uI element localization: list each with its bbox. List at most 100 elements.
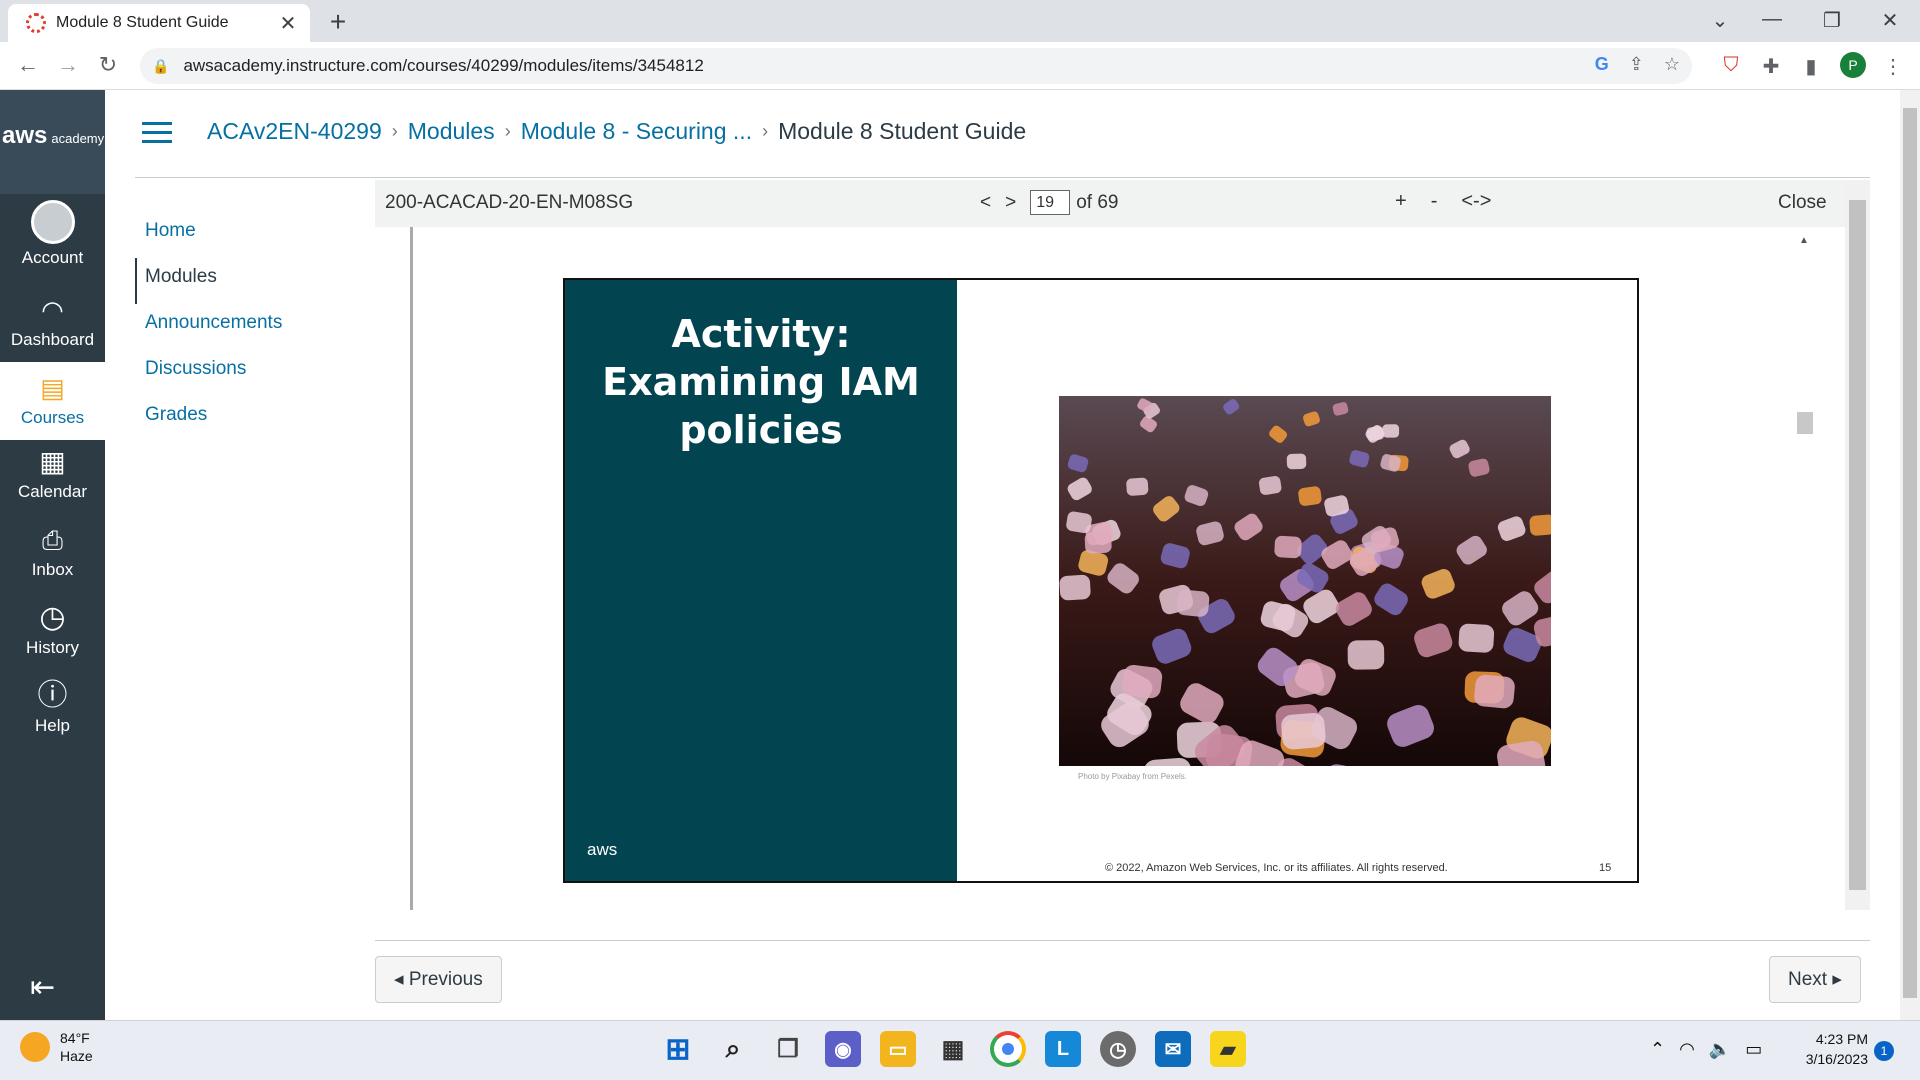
nav-dashboard[interactable]: ◠ Dashboard <box>0 290 105 350</box>
aws-academy-logo[interactable]: aws academy <box>0 90 105 194</box>
nav-history[interactable]: ◷ History <box>0 598 105 658</box>
nav-calendar[interactable]: ▦ Calendar <box>0 442 105 502</box>
puzzle-piece <box>1298 486 1322 506</box>
scroll-up-icon[interactable]: ▲ <box>1799 235 1809 246</box>
extensions-puzzle-icon[interactable]: ✚ <box>1758 54 1784 79</box>
previous-button[interactable]: ◂ Previous <box>375 956 502 1003</box>
windows-taskbar: 84°F Haze ⊞ ⌕ ❐ ◉ ▭ ▦ L ◷ ✉ ▰ ⌃ ◠ 🔈 ▭ 4:… <box>0 1020 1920 1080</box>
mail-icon[interactable]: ✉ <box>1155 1031 1191 1067</box>
breadcrumb-module[interactable]: Module 8 - Securing ... <box>521 118 752 145</box>
collapse-nav-icon[interactable]: ⇤ <box>30 970 55 1005</box>
slide-copyright: © 2022, Amazon Web Services, Inc. or its… <box>1105 862 1448 874</box>
new-tab-button[interactable]: + <box>322 6 354 38</box>
teams-chat-icon[interactable]: ◉ <box>825 1031 861 1067</box>
chrome-icon[interactable] <box>990 1031 1026 1067</box>
taskbar-clock[interactable]: 4:23 PM 3/16/2023 <box>1794 1029 1868 1069</box>
next-page-button[interactable]: > <box>1005 192 1016 214</box>
bookmark-star-icon[interactable]: ☆ <box>1664 54 1680 75</box>
url-text[interactable]: awsacademy.instructure.com/courses/40299… <box>183 56 703 76</box>
back-icon[interactable]: ← <box>12 52 44 78</box>
system-tray: ⌃ ◠ 🔈 ▭ <box>1650 1039 1762 1060</box>
minimize-icon[interactable]: — <box>1752 8 1792 31</box>
chevron-up-icon[interactable]: ⌃ <box>1650 1039 1665 1060</box>
help-icon: ⓘ <box>37 679 68 712</box>
wifi-icon[interactable]: ◠ <box>1679 1039 1695 1060</box>
course-nav-modules[interactable]: Modules <box>135 258 282 304</box>
file-explorer-icon[interactable]: ▭ <box>880 1031 916 1067</box>
l-app-icon[interactable]: L <box>1045 1031 1081 1067</box>
nav-calendar-label: Calendar <box>18 482 87 501</box>
browser-toolbar: ← → ↻ 🔒 awsacademy.instructure.com/cours… <box>0 42 1920 90</box>
clock-app-icon[interactable]: ◷ <box>1100 1031 1136 1067</box>
zoom-in-button[interactable]: + <box>1395 190 1407 213</box>
course-menu-toggle-icon[interactable] <box>142 122 172 143</box>
clock-icon: ◷ <box>39 601 66 634</box>
course-nav-discussions[interactable]: Discussions <box>135 350 282 396</box>
nav-account-label: Account <box>21 248 84 267</box>
google-icon[interactable]: G <box>1595 54 1609 75</box>
page-number-input[interactable] <box>1030 190 1071 215</box>
next-button[interactable]: Next ▸ <box>1769 956 1861 1003</box>
page-scrollbar[interactable] <box>1900 90 1920 1020</box>
course-nav-announcements[interactable]: Announcements <box>135 304 282 350</box>
share-icon[interactable]: ⇪ <box>1629 54 1644 75</box>
viewer-outer-scrollbar[interactable] <box>1845 180 1870 910</box>
notification-badge[interactable]: 1 <box>1874 1041 1894 1061</box>
puzzle-piece <box>1059 574 1091 601</box>
zoom-out-button[interactable]: - <box>1431 190 1438 213</box>
breadcrumb-course[interactable]: ACAv2EN-40299 <box>207 118 382 145</box>
header-divider <box>135 177 1870 178</box>
course-nav-home[interactable]: Home <box>135 212 282 258</box>
close-viewer-button[interactable]: Close <box>1778 192 1827 214</box>
battery-icon[interactable]: ▭ <box>1745 1039 1762 1060</box>
puzzle-piece <box>1286 453 1307 470</box>
course-navigation: Home Modules Announcements Discussions G… <box>135 212 282 442</box>
search-icon[interactable]: ⌕ <box>715 1031 751 1067</box>
task-view-icon[interactable]: ❐ <box>770 1031 806 1067</box>
page-scroll-thumb[interactable] <box>1903 108 1917 998</box>
viewer-scroll-thumb[interactable] <box>1797 412 1813 434</box>
weather-widget[interactable]: 84°F Haze <box>20 1029 93 1065</box>
browser-tab[interactable]: Module 8 Student Guide ✕ <box>8 4 310 42</box>
puzzle-piece <box>1458 623 1495 653</box>
fit-width-button[interactable]: <-> <box>1461 190 1491 213</box>
puzzle-piece <box>1126 477 1149 496</box>
forward-icon[interactable]: → <box>52 52 84 78</box>
tab-search-icon[interactable]: ⌄ <box>1700 8 1740 33</box>
nav-inbox[interactable]: ⎙ Inbox <box>0 520 105 580</box>
clock-date: 3/16/2023 <box>1805 1051 1868 1067</box>
windows-start-icon[interactable]: ⊞ <box>660 1031 696 1067</box>
puzzle-pieces-photo <box>1059 396 1551 766</box>
volume-icon[interactable]: 🔈 <box>1709 1039 1731 1060</box>
sticky-notes-icon[interactable]: ▰ <box>1210 1031 1246 1067</box>
nav-account[interactable]: Account <box>0 200 105 268</box>
close-window-icon[interactable]: ✕ <box>1870 8 1910 33</box>
slide-title-line: policies <box>679 408 843 452</box>
nav-help[interactable]: ⓘ Help <box>0 676 105 736</box>
course-nav-grades[interactable]: Grades <box>135 396 282 442</box>
courses-icon: ▤ <box>40 373 65 403</box>
microsoft-store-icon[interactable]: ▦ <box>935 1031 971 1067</box>
prev-page-button[interactable]: < <box>980 192 991 214</box>
restore-icon[interactable]: ❐ <box>1812 8 1852 33</box>
puzzle-piece <box>1176 589 1210 617</box>
calendar-icon: ▦ <box>39 446 66 477</box>
close-tab-icon[interactable]: ✕ <box>276 11 300 36</box>
slide-title-line: Activity: <box>671 312 851 356</box>
address-bar[interactable]: 🔒 awsacademy.instructure.com/courses/402… <box>140 48 1692 84</box>
reload-icon[interactable]: ↻ <box>92 52 124 78</box>
extension-shield-icon[interactable]: ⛉ <box>1718 54 1744 77</box>
footer-divider <box>375 940 1870 941</box>
profile-avatar[interactable]: P <box>1840 52 1866 78</box>
browser-tab-strip: Module 8 Student Guide ✕ + ⌄ — ❐ ✕ <box>0 0 1920 42</box>
puzzle-piece <box>1474 674 1515 709</box>
menu-kebab-icon[interactable]: ⋮ <box>1880 54 1906 79</box>
weather-temp: 84°F <box>60 1030 90 1046</box>
viewer-inner-scrollbar[interactable]: ▲ <box>1785 227 1820 910</box>
viewer-outer-scroll-thumb[interactable] <box>1849 200 1866 890</box>
side-panel-icon[interactable]: ▮ <box>1798 54 1824 79</box>
nav-courses[interactable]: ▤ Courses <box>0 362 105 440</box>
puzzle-piece <box>1529 514 1551 536</box>
global-navigation: aws academy Account ◠ Dashboard ▤ Courses… <box>0 90 105 1020</box>
breadcrumb-modules[interactable]: Modules <box>408 118 495 145</box>
